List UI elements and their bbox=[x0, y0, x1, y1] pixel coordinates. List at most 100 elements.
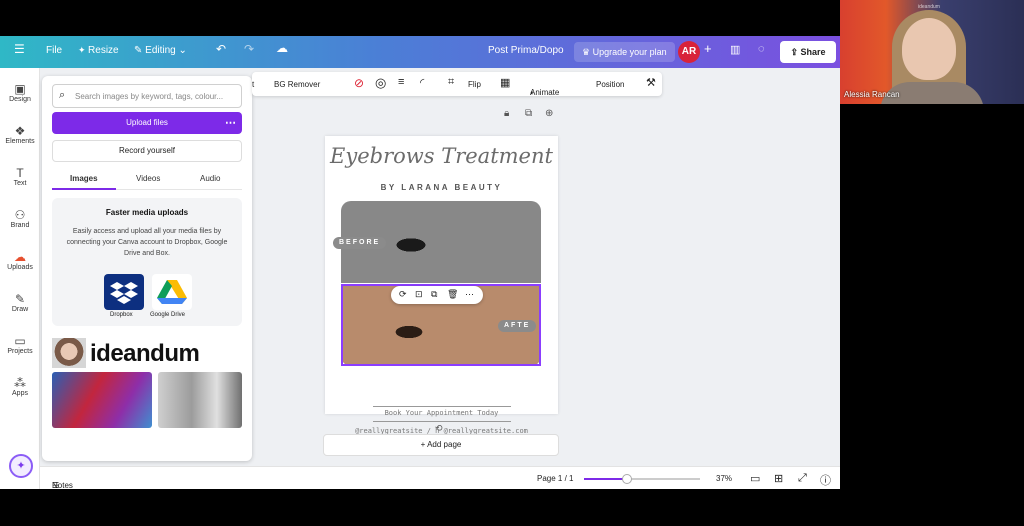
search-icon: ⌕ bbox=[59, 89, 66, 101]
color-edit-icon[interactable]: ⊘ bbox=[354, 76, 364, 90]
design-title[interactable]: Eyebrows Treatment bbox=[325, 144, 558, 168]
google-drive-icon bbox=[157, 280, 187, 304]
rail-draw[interactable]: ✎ Draw bbox=[0, 292, 40, 313]
active-tab-indicator bbox=[52, 188, 116, 190]
rail-projects[interactable]: ▭ Projects bbox=[0, 334, 40, 355]
user-avatar[interactable]: AR bbox=[678, 41, 700, 63]
rail-text[interactable]: T Text bbox=[0, 166, 40, 187]
more-options-icon[interactable]: ⋯ bbox=[225, 112, 236, 134]
upload-cloud-icon: ☁ bbox=[14, 250, 26, 264]
share-icon: ⇪ bbox=[790, 47, 801, 57]
pen-icon: ✎ bbox=[14, 292, 26, 306]
page-view-icon[interactable]: ▭ bbox=[750, 472, 760, 485]
undo-icon[interactable]: ↶ bbox=[216, 42, 226, 56]
google-drive-label: Google Drive bbox=[150, 312, 186, 318]
uploads-panel: ⌕ Search images by keyword, tags, colour.… bbox=[42, 76, 252, 461]
corner-rounding-icon[interactable]: ◜ bbox=[420, 76, 424, 89]
dropbox-label: Dropbox bbox=[110, 312, 133, 318]
flip-button[interactable]: Flip bbox=[468, 80, 481, 89]
upload-files-button[interactable]: Upload files ⋯ bbox=[52, 112, 242, 134]
add-page-icon[interactable]: ⊕ bbox=[545, 108, 553, 119]
duplicate-icon[interactable]: ⧉ bbox=[431, 289, 437, 300]
uploaded-image-gradient[interactable] bbox=[52, 372, 152, 428]
redo-icon[interactable]: ↷ bbox=[244, 42, 254, 56]
after-label[interactable]: AFTE bbox=[498, 320, 537, 332]
page-indicator[interactable]: Page 1 / 1 bbox=[537, 474, 573, 483]
top-bar: ☰ File ✦ Resize ✎ Editing ⌄ ↶ ↷ ☁ Post P… bbox=[0, 36, 840, 68]
shapes-icon: ❖ bbox=[14, 124, 26, 138]
chevron-down-icon: ⌄ bbox=[175, 45, 187, 56]
participant-name: Alessia Rancan bbox=[844, 90, 900, 99]
lock-page-icon[interactable]: 🔒︎ bbox=[504, 108, 509, 119]
rail-brand[interactable]: ⚇ Brand bbox=[0, 208, 40, 229]
crown-icon: ♛ bbox=[582, 47, 593, 57]
person-face bbox=[902, 18, 956, 80]
zoom-slider-fill bbox=[584, 478, 627, 480]
dropbox-button[interactable] bbox=[104, 274, 144, 310]
rotate-icon[interactable]: ⟳ bbox=[399, 289, 407, 300]
search-input[interactable]: ⌕ Search images by keyword, tags, colour.… bbox=[52, 84, 242, 108]
zoom-slider[interactable] bbox=[584, 474, 700, 484]
rail-uploads[interactable]: ☁ Uploads bbox=[0, 250, 40, 271]
uploaded-image-room[interactable] bbox=[158, 372, 242, 428]
insights-icon[interactable]: ▥ bbox=[730, 43, 740, 56]
delete-icon[interactable]: 🗑︎ bbox=[447, 289, 458, 300]
tab-videos[interactable]: Videos bbox=[136, 174, 160, 183]
rail-design[interactable]: ▣ Design bbox=[0, 82, 40, 103]
crop-icon[interactable]: ⌗ bbox=[448, 76, 454, 89]
rail-elements[interactable]: ❖ Elements bbox=[0, 124, 40, 145]
faster-uploads-body: Easily access and upload all your media … bbox=[66, 228, 228, 257]
pencil-icon: ✎ bbox=[134, 45, 146, 56]
design-page[interactable]: Eyebrows Treatment BY LARANA BEAUTY BEFO… bbox=[325, 136, 558, 435]
menu-icon[interactable]: ☰ bbox=[14, 42, 25, 56]
webcam-feed: ideandum Alessia Rancan bbox=[840, 0, 1024, 104]
before-label[interactable]: BEFORE bbox=[333, 237, 387, 249]
share-button[interactable]: ⇪ Share bbox=[780, 41, 836, 63]
zoom-level[interactable]: 37% bbox=[716, 474, 732, 483]
cloud-saved-icon[interactable]: ☁ bbox=[276, 41, 288, 55]
resize-button[interactable]: ✦ Resize bbox=[78, 45, 119, 56]
zoom-slider-handle[interactable] bbox=[622, 474, 632, 484]
grid-view-icon[interactable]: ⊞ bbox=[774, 472, 783, 485]
dropbox-icon bbox=[110, 282, 138, 304]
help-icon[interactable]: ⓘ bbox=[820, 472, 831, 488]
position-button[interactable]: Position bbox=[596, 80, 624, 89]
appointment-text[interactable]: Book Your Appointment Today bbox=[325, 409, 558, 417]
context-toolbar: t BG Remover ⊘ ◎ ≡ ◜ ⌗ Flip ▦ ◐ Animate … bbox=[252, 72, 662, 97]
copy-style-icon[interactable]: ⚒ bbox=[646, 76, 656, 89]
add-collaborator-icon[interactable]: + bbox=[704, 41, 712, 56]
design-subtitle[interactable]: BY LARANA BEAUTY bbox=[325, 183, 558, 192]
rail-apps[interactable]: ⁂ Apps bbox=[0, 376, 40, 397]
tab-audio[interactable]: Audio bbox=[200, 174, 220, 183]
folder-icon: ▭ bbox=[14, 334, 26, 348]
transparency-icon[interactable]: ▦ bbox=[500, 76, 510, 89]
comment-icon[interactable]: ◌ bbox=[758, 43, 765, 55]
ideandum-logo: ideandum bbox=[90, 340, 200, 367]
bg-remover-button[interactable]: BG Remover bbox=[274, 80, 320, 89]
border-style-icon[interactable]: ◎ bbox=[375, 75, 386, 91]
record-yourself-button[interactable]: Record yourself bbox=[52, 140, 242, 162]
more-icon[interactable]: ⋯ bbox=[465, 289, 474, 300]
google-drive-button[interactable] bbox=[152, 274, 192, 310]
tab-images[interactable]: Images bbox=[70, 174, 98, 183]
rotate-handle-icon[interactable]: ⟲ bbox=[435, 423, 443, 434]
file-menu[interactable]: File bbox=[46, 45, 62, 56]
add-page-button[interactable]: + Add page bbox=[323, 434, 559, 456]
apps-icon: ⁂ bbox=[14, 376, 26, 390]
divider-top bbox=[373, 406, 511, 407]
fullscreen-icon[interactable]: ⤢ bbox=[798, 472, 807, 485]
line-weight-icon[interactable]: ≡ bbox=[398, 76, 404, 88]
brand-icon: ⚇ bbox=[14, 208, 26, 222]
divider-bottom bbox=[373, 421, 511, 422]
uploaded-image-ideandum[interactable]: ideandum bbox=[52, 338, 242, 368]
layout-icon: ▣ bbox=[14, 82, 26, 96]
upgrade-plan-button[interactable]: ♛ Upgrade your plan bbox=[574, 42, 675, 62]
editing-mode-button[interactable]: ✎ Editing ⌄ bbox=[134, 45, 187, 56]
lock-icon[interactable]: ⊡ bbox=[415, 289, 423, 300]
truncated-tool[interactable]: t bbox=[252, 80, 254, 89]
portrait-thumbnail bbox=[52, 338, 86, 368]
magic-assistant-button[interactable]: ✦ bbox=[9, 454, 33, 478]
document-title[interactable]: Post Prima/Dopo bbox=[488, 45, 564, 56]
duplicate-page-icon[interactable]: ⧉ bbox=[525, 108, 532, 119]
text-icon: T bbox=[16, 166, 24, 180]
